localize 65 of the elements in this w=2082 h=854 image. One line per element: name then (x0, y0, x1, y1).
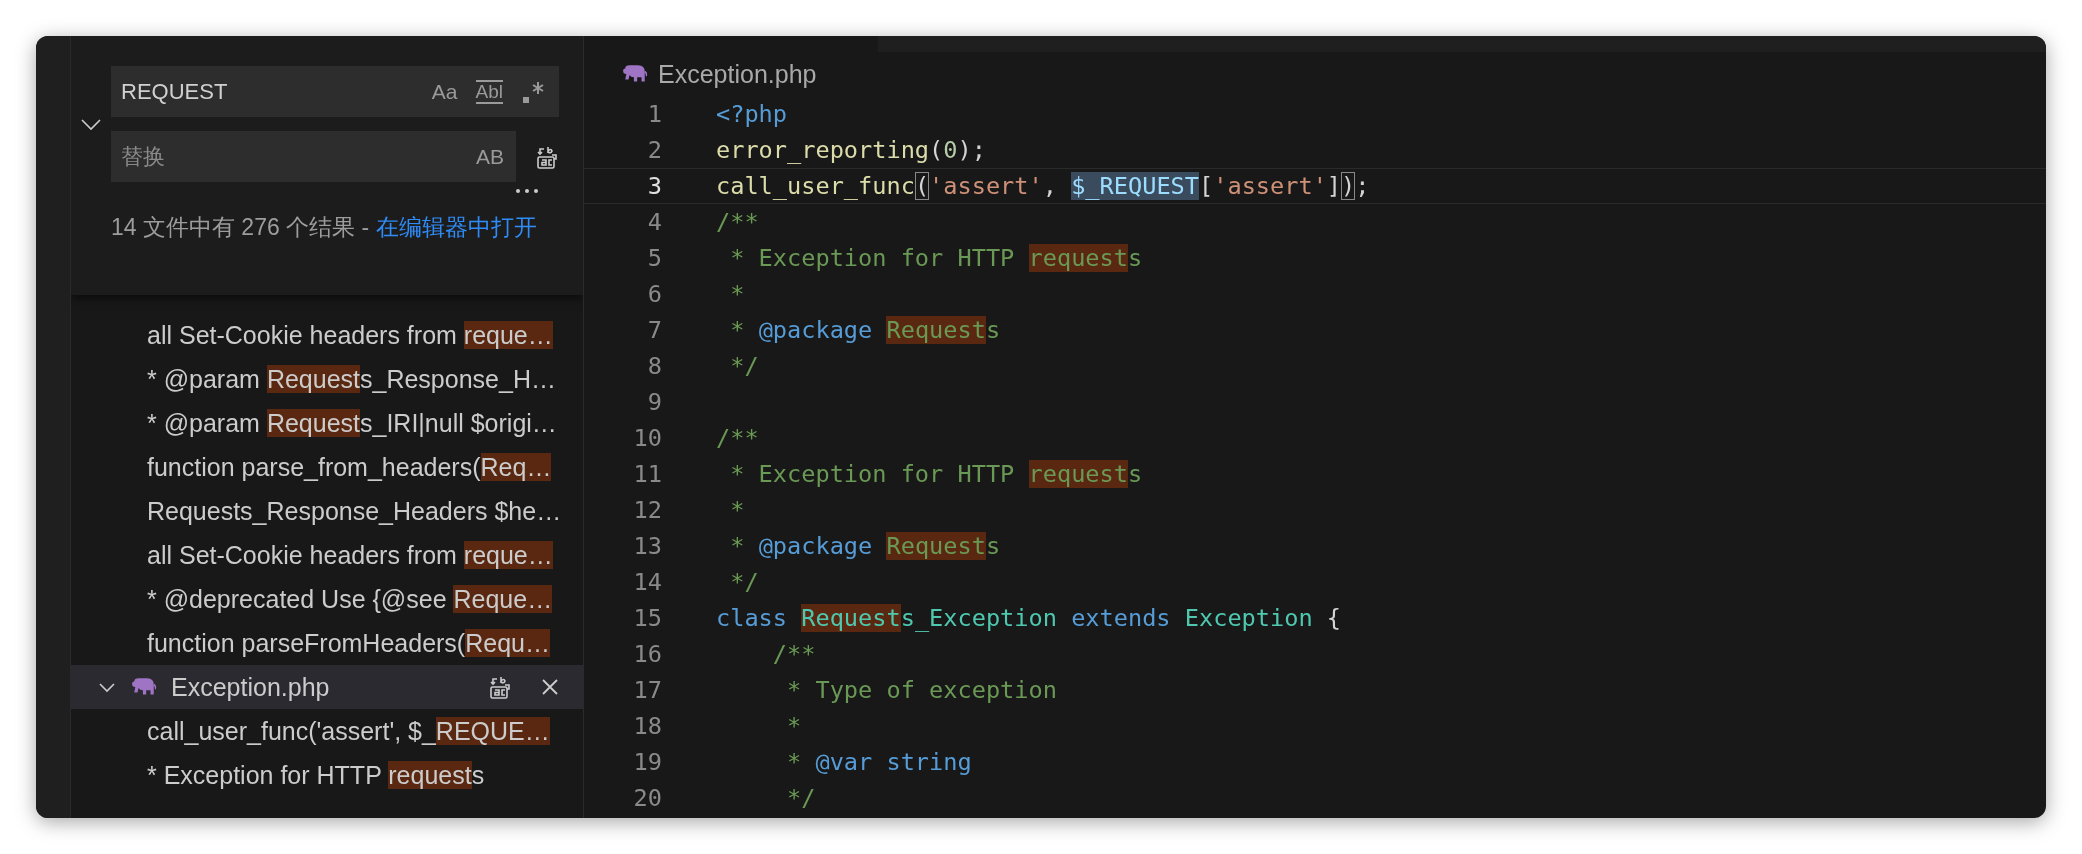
code-line: <?php (716, 99, 788, 130)
line-number: 17 (632, 675, 662, 706)
line-number: 3 (646, 171, 662, 202)
code-line: */ (729, 567, 759, 598)
search-result[interactable]: all Set-Cookie headers from reque… (71, 313, 583, 357)
code-line: call_user_func('assert', $_REQUEST['assert']); (716, 171, 1370, 202)
code-line: class Requests_Exception extends Exception { (716, 603, 1342, 634)
line-number: 10 (632, 423, 662, 454)
search-result[interactable]: all Set-Cookie headers from reque… (71, 533, 583, 577)
code-line: /** (716, 423, 759, 454)
line-number: 8 (646, 351, 662, 382)
file-name: Exception.php (171, 672, 331, 702)
code-line: * (729, 279, 745, 310)
elephant-icon (131, 677, 157, 697)
code-line: * (729, 495, 745, 526)
line-number: 2 (646, 135, 662, 166)
search-result[interactable]: Requests_Response_Headers $he… (71, 489, 583, 533)
code-line: /** (771, 639, 816, 670)
file-row[interactable]: Exception.php (71, 665, 583, 709)
code-line: */ (729, 351, 759, 382)
line-number: 5 (646, 243, 662, 274)
match-case-toggle[interactable]: Aa (431, 79, 458, 104)
open-in-editor-link[interactable]: 在编辑器中打开 (375, 214, 537, 240)
search-result[interactable]: * @deprecated Use {@see Reque… (71, 577, 583, 621)
chevron-icon[interactable] (80, 117, 102, 131)
close-icon[interactable] (541, 678, 559, 696)
line-number: 20 (632, 783, 662, 814)
line-number: 14 (632, 567, 662, 598)
code-line: * @package Requests (729, 531, 1001, 562)
more-icon[interactable] (515, 188, 539, 194)
search-result[interactable]: function parseFromHeaders(Requ… (71, 621, 583, 665)
code-line: * (786, 711, 802, 742)
line-number: 4 (646, 207, 662, 238)
search-result[interactable]: * @param Requests_Response_H… (71, 357, 583, 401)
line-number: 12 (632, 495, 662, 526)
search-result[interactable]: call_user_func('assert', $_REQUE… (71, 709, 583, 753)
code-line: * Exception for HTTP requests (729, 243, 1143, 274)
code-line: * Type of exception (786, 675, 1057, 706)
line-number: 9 (646, 387, 662, 418)
line-number: 16 (632, 639, 662, 670)
code-line: * @var string (786, 747, 972, 778)
preserve-case-toggle[interactable]: AB (476, 144, 504, 169)
search-result[interactable]: function parse_from_headers(Req… (71, 445, 583, 489)
line-number: 18 (632, 711, 662, 742)
line-number: 1 (646, 99, 662, 130)
code-line: error_reporting(0); (716, 135, 986, 166)
result-summary: 14 文件中有 276 个结果 - (111, 214, 371, 240)
code-line: */ (786, 783, 816, 814)
code-line: * Exception for HTTP requests (729, 459, 1143, 490)
search-result[interactable]: * Exception for HTTP requests (71, 753, 583, 797)
search-result[interactable]: * @param Requests_IRI|null $origi… (71, 401, 583, 445)
line-number: 19 (632, 747, 662, 778)
line-number: 13 (632, 531, 662, 562)
line-number: 7 (646, 315, 662, 346)
elephant-icon (622, 64, 648, 84)
editor-tab[interactable]: Exception.php (584, 52, 2046, 96)
code-line: /** (716, 207, 759, 238)
line-number: 6 (646, 279, 662, 310)
line-number: 15 (632, 603, 662, 634)
tab-title: Exception.php (658, 59, 817, 89)
line-number: 11 (632, 459, 662, 490)
replace-field[interactable]: 替换 AB (111, 131, 516, 182)
whole-word-toggle[interactable]: Abl (475, 79, 503, 104)
search-field[interactable]: REQUEST Aa Abl (111, 66, 559, 117)
code-line: * @package Requests (729, 315, 1001, 346)
